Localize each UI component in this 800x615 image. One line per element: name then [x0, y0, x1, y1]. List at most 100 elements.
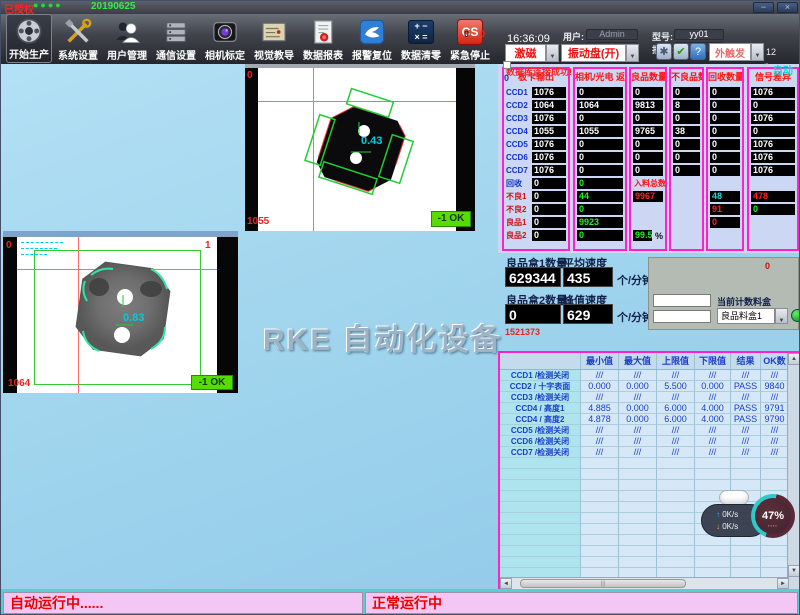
check-icon[interactable]: ✔ [673, 43, 689, 60]
stats-value: 0 [532, 204, 566, 215]
toolbar-button-label: 数据清零 [401, 47, 441, 62]
tray-input-1[interactable] [653, 294, 711, 307]
stats-row: CCD31076 [504, 112, 568, 125]
stats-value: 0 [532, 191, 566, 202]
box1-count-value: 629344 [505, 267, 561, 287]
camera-top-result-badge: -1 OK [431, 211, 471, 227]
stats-value: 0 [751, 100, 795, 111]
status-message-left: 自动运行中...... [3, 592, 363, 614]
stats-checkbox[interactable] [503, 61, 511, 69]
stats-row: 9813 [631, 99, 665, 112]
tray-select[interactable]: 良品料盒1 [717, 308, 775, 324]
stats-row: 44 [575, 190, 625, 203]
stats-value: 0 [673, 139, 700, 150]
stats-row [631, 216, 665, 229]
netspeed-gauge-widget[interactable]: ↑ 0K/s ↓ 0K/s 47% ▪▪▪▪ [701, 490, 795, 548]
hscroll-thumb[interactable]: ||| [520, 579, 686, 588]
empty-row [500, 458, 789, 469]
stats-value: 0 [633, 113, 663, 124]
trigger-dropdown-arrow-icon[interactable] [751, 43, 764, 61]
vertical-scrollbar[interactable]: ▲ ▼ [787, 353, 799, 589]
help-icon[interactable]: ? [690, 43, 706, 60]
close-button[interactable]: × [777, 2, 798, 13]
estop-count-right: 0 [480, 29, 485, 39]
stats-value: 1076 [751, 113, 795, 124]
stats-value: 1076 [532, 152, 566, 163]
table-row: CCD7 /检测关闭////////////////// [500, 447, 789, 458]
stats-row: 0 [575, 203, 625, 216]
result-cell: 6.000 [657, 414, 695, 425]
toolbar-button-data-clear[interactable]: + −× =数据清零 [398, 14, 444, 63]
toolbar-button-system-settings[interactable]: 系统设置 [55, 14, 101, 63]
trigger-dropdown[interactable]: 外触发 [709, 43, 751, 61]
toolbar-button-user-management[interactable]: 用户管理 [104, 14, 150, 63]
stats-row: 0 [671, 164, 702, 177]
results-table: 最小值最大值上限值下限值结果OK数CCD1 /检测关闭/////////////… [498, 351, 800, 591]
toolbar: 开始生产系统设置用户管理通信设置相机标定视觉教导数据报表报警复位+ −× =数据… [1, 14, 800, 64]
scroll-down-icon[interactable]: ▼ [788, 565, 800, 577]
stats-value: 0 [577, 113, 623, 124]
watermark: RKE 自动化设备 [263, 315, 503, 359]
camera-bottom-result-badge: -1 OK [191, 375, 233, 390]
stats-value: 1055 [532, 126, 566, 137]
stats-row: 回收0 [504, 177, 568, 190]
auto-spinner[interactable]: ▴▾ [763, 63, 768, 68]
stats-row: 48 [708, 190, 742, 203]
toolbar-button-vision-teaching[interactable]: 视觉教导 [251, 14, 297, 63]
stats-value: 1076 [532, 139, 566, 150]
stats-group-1: 板卡输出CCD11076CCD21064CCD31076CCD41055CCD5… [502, 67, 570, 251]
stats-row: 0 [575, 151, 625, 164]
stats-row: 0 [708, 125, 742, 138]
results-header-row: 最小值最大值上限值下限值结果OK数 [500, 353, 789, 370]
download-arrow-icon: ↓ [716, 522, 720, 531]
alarm-reset-icon [357, 17, 387, 47]
toolbar-button-alarm-reset[interactable]: 报警复位 [349, 14, 395, 63]
result-row-name: CCD4 / 高度1 [500, 403, 581, 414]
scroll-up-icon[interactable]: ▲ [788, 353, 800, 365]
tray-input-2[interactable] [653, 310, 711, 323]
stats-row: 0 [575, 164, 625, 177]
stats-value: 8 [673, 100, 700, 111]
stats-row: 0 [631, 138, 665, 151]
toolbar-button-label: 系统设置 [58, 47, 98, 62]
result-cell: 4.885 [581, 403, 619, 414]
gear-icon[interactable]: ✱ [656, 43, 672, 60]
horizontal-scrollbar[interactable]: ◄ ► ||| [500, 577, 789, 589]
toolbar-button-camera-calibration[interactable]: 相机标定 [202, 14, 248, 63]
table-row: CCD1 /检测关闭////////////////// [500, 370, 789, 381]
toolbar-button-label: 数据报表 [303, 47, 343, 62]
stats-row-label: 回收 [504, 178, 530, 189]
status-dots-icon: ●●●● [33, 0, 63, 10]
result-cell: 0.000 [619, 381, 657, 392]
result-cell: 9791 [761, 403, 789, 414]
system-settings-icon [63, 17, 93, 47]
stats-row: 0 [708, 112, 742, 125]
toolbar-button-data-report[interactable]: 数据报表 [300, 14, 346, 63]
stats-value: 1076 [751, 152, 795, 163]
stats-value: 9813 [633, 100, 663, 111]
stats-row-label: 不良1 [504, 191, 530, 202]
magnet-dropdown-arrow-icon[interactable] [546, 44, 559, 62]
result-cell: 0.000 [619, 414, 657, 425]
toolbar-button-production-start[interactable]: 开始生产 [6, 14, 52, 63]
magnet-dropdown[interactable]: 激磁 [505, 44, 546, 62]
stats-row: 不良20 [504, 203, 568, 216]
result-cell: /// [761, 436, 789, 447]
toolbar-button-communication-settings[interactable]: 通信设置 [153, 14, 199, 63]
minimize-button[interactable]: − [753, 2, 774, 13]
tray-zero: 0 [765, 261, 770, 271]
stats-value: 1076 [751, 165, 795, 176]
tray-select-arrow-icon[interactable] [775, 308, 788, 324]
stats-row: 0 [575, 86, 625, 99]
scroll-left-icon[interactable]: ◄ [500, 578, 512, 589]
vibration-dropdown[interactable]: 振动盘(开) [561, 44, 626, 62]
stats-row: 0 [671, 86, 702, 99]
stats-value: 0 [751, 126, 795, 137]
result-row-name: CCD3 /检测关闭 [500, 392, 581, 403]
auto-mode-label: 自动 [773, 62, 793, 77]
stats-row-label: CCD4 [504, 127, 530, 136]
stats-row: CCD21064 [504, 99, 568, 112]
result-cell: /// [695, 392, 731, 403]
vibration-dropdown-arrow-icon[interactable] [626, 44, 639, 62]
scroll-right-icon[interactable]: ► [777, 578, 789, 589]
